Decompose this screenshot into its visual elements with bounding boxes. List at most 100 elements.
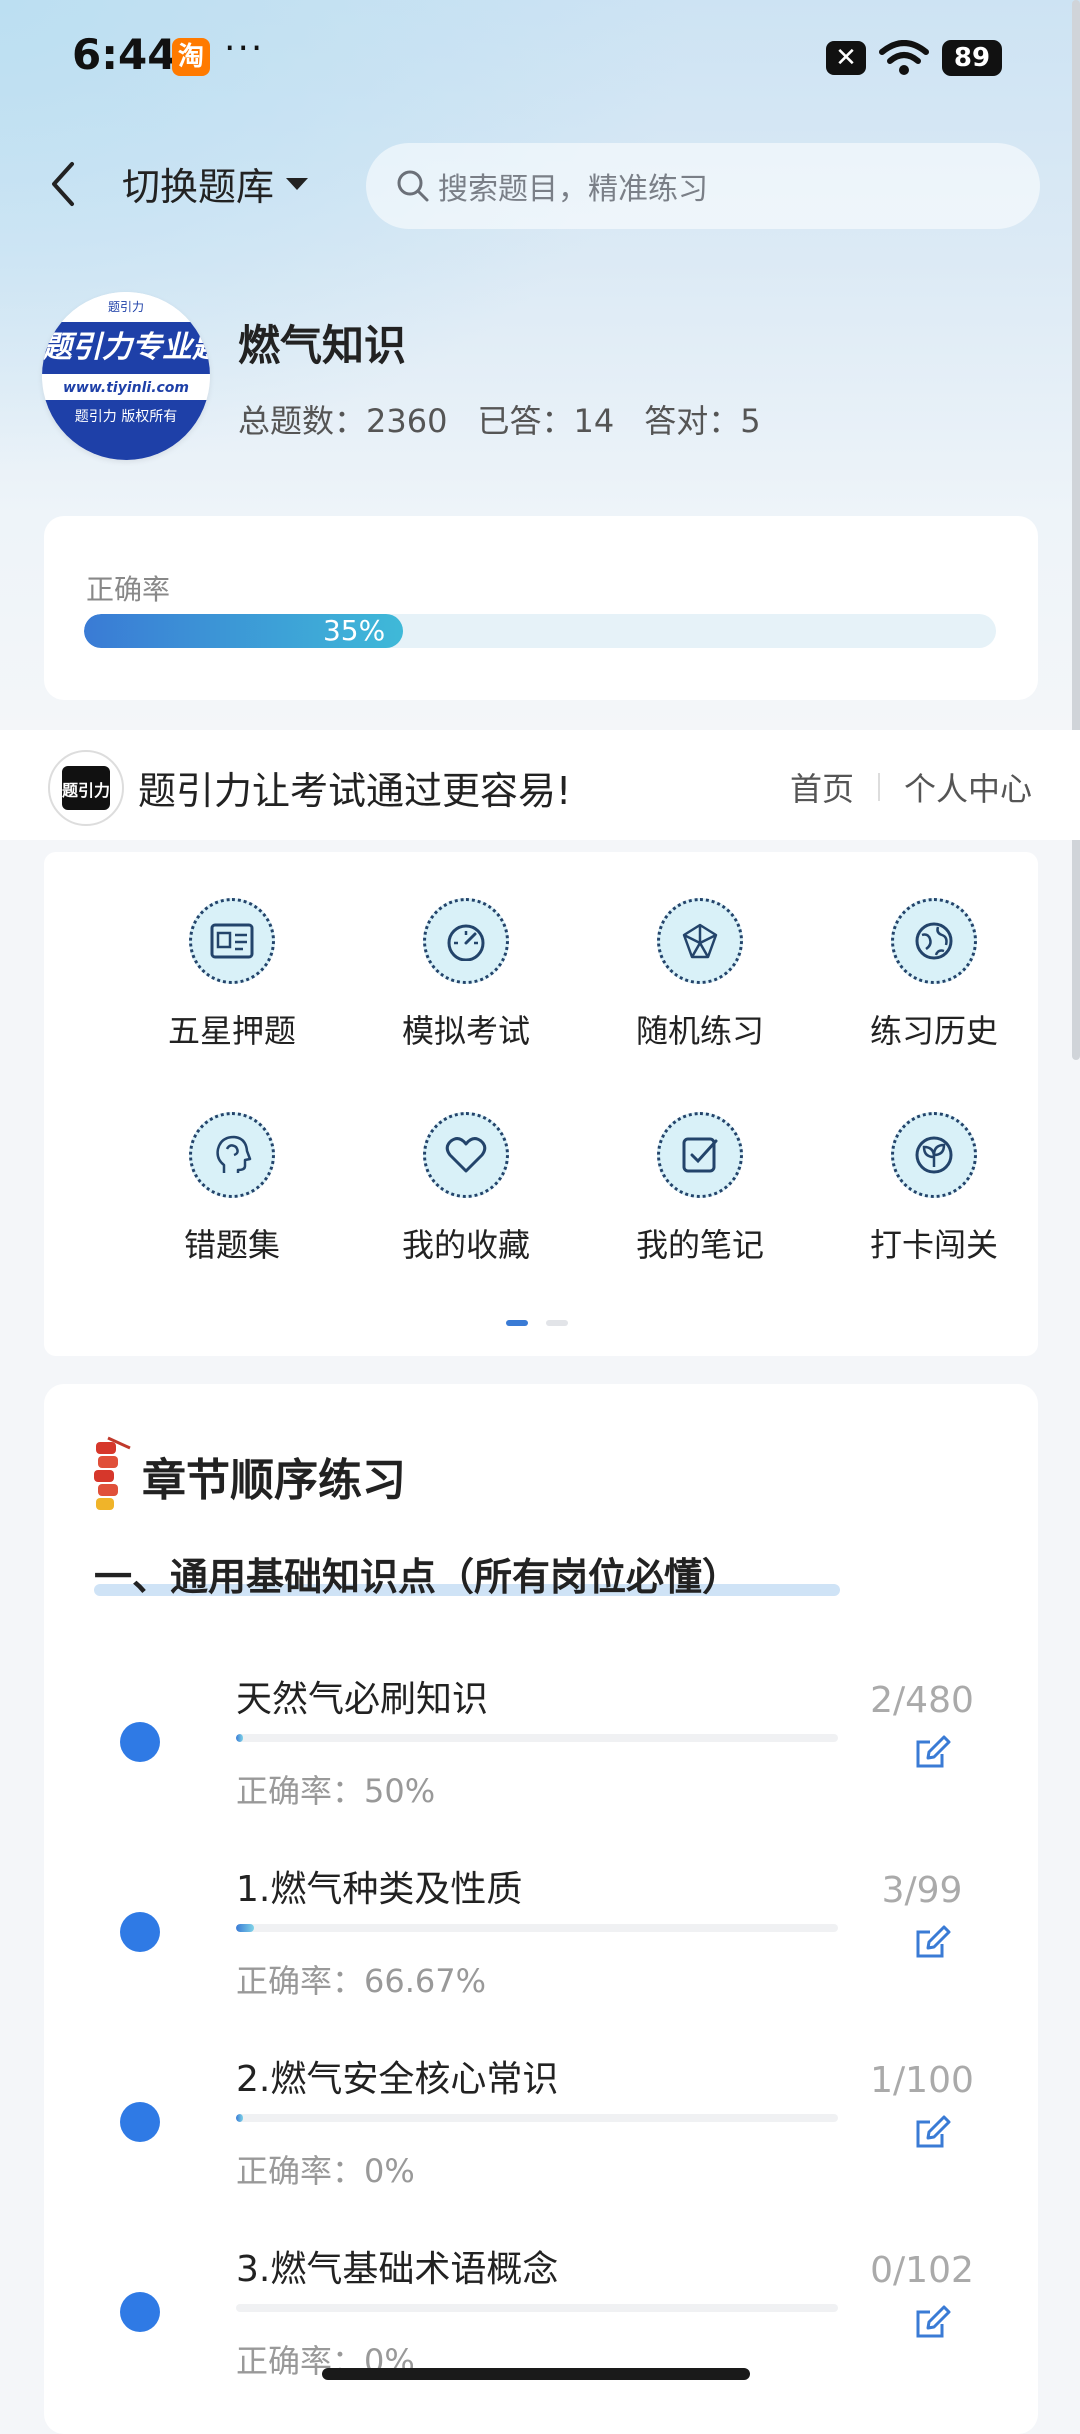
status-dot <box>120 2292 160 2332</box>
answered-count: 已答：14 <box>477 402 615 440</box>
chapter-progress-fill <box>236 1734 244 1742</box>
caret-down-icon <box>286 177 309 190</box>
chapter-accuracy: 正确率：50% <box>236 1772 436 1810</box>
grid-pager[interactable] <box>506 1320 568 1326</box>
chapter-progress-bar <box>236 1734 838 1742</box>
chapter-progress-fill <box>236 2114 244 2122</box>
svg-text:题引力: 题引力 <box>62 781 110 800</box>
note-check-icon <box>657 1112 743 1198</box>
chapter-row[interactable]: 3.燃气基础术语概念 正确率：0% 0/102 <box>44 2240 1038 2430</box>
total-count: 总题数：2360 <box>238 402 448 440</box>
feature-favorites[interactable]: 我的收藏 <box>366 1112 566 1266</box>
correct-count: 答对：5 <box>644 402 761 440</box>
edit-icon[interactable] <box>912 1732 952 1772</box>
head-icon <box>189 1112 275 1198</box>
chapter-progress-bar <box>236 2114 838 2122</box>
feature-checkin[interactable]: 打卡闯关 <box>834 1112 1034 1266</box>
home-link[interactable]: 首页 <box>790 764 854 810</box>
chapter-count: 0/102 <box>870 2250 974 2291</box>
feature-label: 打卡闯关 <box>869 1226 998 1264</box>
wifi-icon <box>879 40 929 75</box>
chapter-count: 3/99 <box>881 1870 963 1911</box>
feature-label: 五星押题 <box>167 1012 296 1050</box>
heart-icon <box>423 1112 509 1198</box>
feature-wrong-set[interactable]: 错题集 <box>132 1112 332 1266</box>
taobao-icon: 淘 <box>172 38 210 76</box>
chapter-progress-fill <box>236 1924 255 1932</box>
pager-dot-active[interactable] <box>506 1320 528 1326</box>
logo-url: www.tiyinli.com <box>62 380 190 396</box>
chapter-row[interactable]: 1.燃气种类及性质 正确率：66.67% 3/99 <box>44 1860 1038 2050</box>
id-card-icon <box>189 898 275 984</box>
chapter-row[interactable]: 2.燃气安全核心常识 正确率：0% 1/100 <box>44 2050 1038 2240</box>
accuracy-label: 正确率 <box>86 573 171 606</box>
accuracy-progress-bar: 35% <box>84 614 996 648</box>
status-right: ✕ 89 <box>826 40 1002 76</box>
logo-banner: 题引力专业题 <box>42 322 210 374</box>
pager-dot[interactable] <box>546 1320 568 1326</box>
section-title: 一、通用基础知识点（所有岗位必懂） <box>94 1555 741 1599</box>
globe-icon <box>891 898 977 984</box>
switch-bank-dropdown[interactable]: 切换题库 <box>122 156 310 211</box>
status-time: 6:44 <box>72 30 177 79</box>
chapter-title: 章节顺序练习 <box>142 1455 406 1506</box>
close-badge-icon: ✕ <box>826 41 866 75</box>
accuracy-card: 正确率 35% <box>44 516 1038 700</box>
search-icon <box>397 170 429 202</box>
edit-icon[interactable] <box>912 2302 952 2342</box>
feature-label: 随机练习 <box>635 1012 764 1050</box>
chapter-name: 天然气必刷知识 <box>236 1679 489 1720</box>
chapter-progress-bar <box>236 1924 838 1932</box>
accuracy-progress-fill: 35% <box>84 614 404 648</box>
feature-mock-exam[interactable]: 模拟考试 <box>366 898 566 1052</box>
chapter-name: 1.燃气种类及性质 <box>236 1869 523 1910</box>
accuracy-percent: 35% <box>322 614 386 647</box>
status-dot <box>120 2102 160 2142</box>
chapter-accuracy: 正确率：0% <box>236 2152 415 2190</box>
profile-link[interactable]: 个人中心 <box>904 764 1032 810</box>
bank-stats: 总题数：2360 已答：14 答对：5 <box>238 396 761 442</box>
chapter-count: 1/100 <box>870 2060 974 2101</box>
feature-label: 我的笔记 <box>635 1226 764 1264</box>
chapter-count: 2/480 <box>870 1680 974 1721</box>
feature-grid: 五星押题 模拟考试 随机练习 练习历史 错题集 我的收藏 我的笔记 打卡闯关 <box>44 852 1038 1356</box>
logo-top-mark: 题引力 <box>42 292 210 322</box>
status-dot <box>120 1912 160 1952</box>
slogan-text: 题引力让考试通过更容易! <box>138 769 572 813</box>
search-input[interactable]: 搜索题目，精准练习 <box>366 143 1040 229</box>
chapter-name: 3.燃气基础术语概念 <box>236 2249 559 2290</box>
edit-icon[interactable] <box>912 1922 952 1962</box>
bank-title: 燃气知识 <box>238 321 407 370</box>
link-divider <box>877 773 880 801</box>
gauge-icon <box>423 898 509 984</box>
switch-bank-label: 切换题库 <box>122 165 275 209</box>
feature-label: 模拟考试 <box>401 1012 530 1050</box>
feature-notes[interactable]: 我的笔记 <box>600 1112 800 1266</box>
status-dot <box>120 1722 160 1762</box>
firecracker-icon <box>94 1436 131 1510</box>
feature-history[interactable]: 练习历史 <box>834 898 1034 1052</box>
chapter-card: 章节顺序练习 一、通用基础知识点（所有岗位必懂） 天然气必刷知识 正确率：50%… <box>44 1384 1038 2434</box>
more-notifications-icon: ··· <box>224 28 265 69</box>
feature-label: 错题集 <box>183 1226 280 1264</box>
status-bar: 6:44 淘 ··· ✕ 89 <box>0 0 1080 118</box>
edit-icon[interactable] <box>912 2112 952 2152</box>
search-placeholder: 搜索题目，精准练习 <box>438 172 708 207</box>
scrollbar[interactable] <box>1072 0 1080 1060</box>
home-indicator[interactable] <box>322 2368 750 2380</box>
slogan-links: 首页 个人中心 <box>790 764 1032 810</box>
feature-five-star[interactable]: 五星押题 <box>132 898 332 1052</box>
sprout-icon <box>891 1112 977 1198</box>
chapter-row[interactable]: 天然气必刷知识 正确率：50% 2/480 <box>44 1670 1038 1860</box>
feature-label: 练习历史 <box>869 1012 998 1050</box>
brand-logo: 题引力 <box>48 750 124 826</box>
logo-copyright: 题引力 版权所有 <box>42 400 210 460</box>
chapter-name: 2.燃气安全核心常识 <box>236 2059 559 2100</box>
battery-icon: 89 <box>942 40 1002 76</box>
slogan-bar: 题引力 题引力让考试通过更容易! 首页 个人中心 <box>0 730 1080 840</box>
chapter-accuracy: 正确率：66.67% <box>236 1962 487 2000</box>
feature-random-practice[interactable]: 随机练习 <box>600 898 800 1052</box>
brand-logo-icon: 题引力 <box>62 766 110 810</box>
feature-label: 我的收藏 <box>401 1226 530 1264</box>
back-arrow-icon[interactable] <box>44 158 84 210</box>
